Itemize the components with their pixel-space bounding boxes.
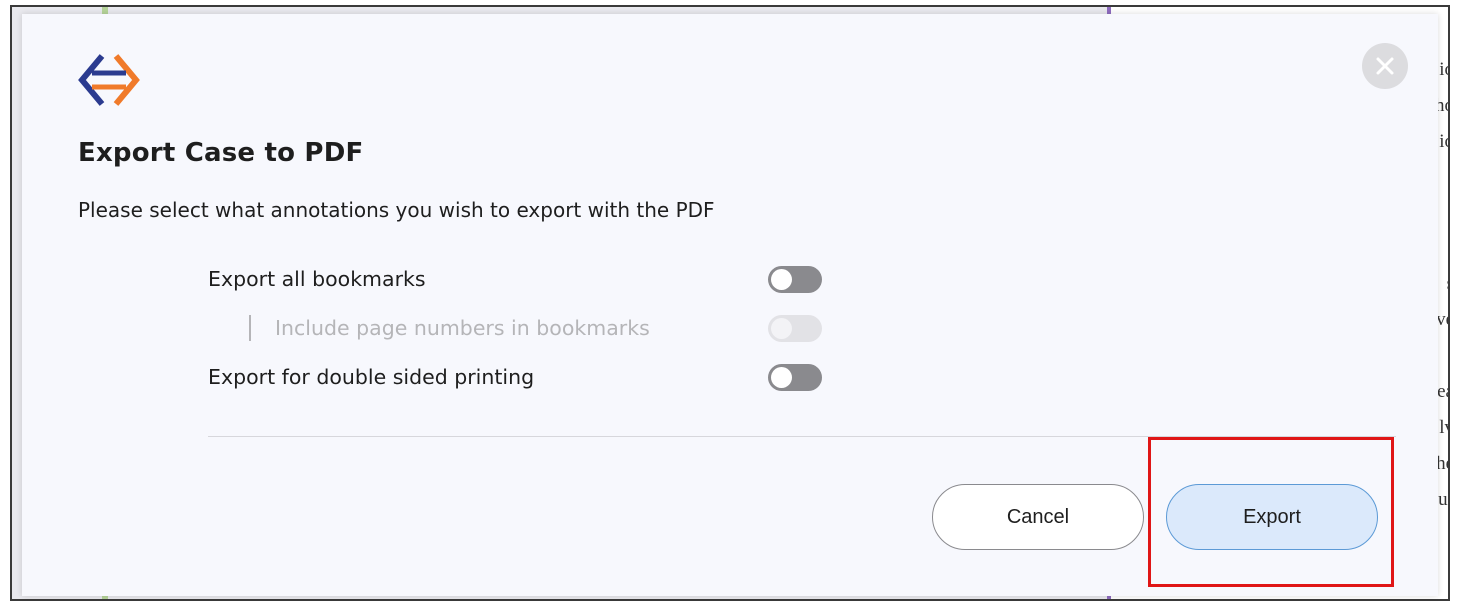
background-text: io	[1439, 131, 1448, 152]
background-text: lv	[1439, 417, 1448, 438]
dialog-subtitle: Please select what annotations you wish …	[78, 198, 715, 222]
background-text: he	[1436, 453, 1448, 474]
background-text: ea	[1437, 381, 1448, 402]
option-label: Export for double sided printing	[208, 365, 535, 389]
option-double-sided-printing: Export for double sided printing	[208, 362, 822, 392]
indent-bar	[249, 315, 251, 341]
option-label: Export all bookmarks	[208, 267, 426, 291]
option-export-all-bookmarks: Export all bookmarks	[208, 264, 822, 294]
option-label: Include page numbers in bookmarks	[275, 316, 650, 340]
cancel-button[interactable]: Cancel	[932, 484, 1144, 550]
export-button[interactable]: Export	[1166, 484, 1378, 550]
toggle-knob	[771, 317, 792, 339]
toggle-knob	[771, 366, 792, 388]
app-logo-icon	[78, 52, 140, 108]
background-text: ve	[1436, 309, 1448, 330]
background-text: i	[1449, 345, 1450, 367]
background-text: io	[1439, 59, 1448, 80]
background-text: ur	[1438, 489, 1448, 510]
export-pdf-dialog: Export Case to PDF Please select what an…	[22, 14, 1438, 596]
background-text: t	[1449, 237, 1450, 259]
export-all-bookmarks-toggle[interactable]	[768, 265, 822, 293]
dialog-title: Export Case to PDF	[78, 138, 364, 168]
option-include-page-numbers: Include page numbers in bookmarks	[208, 313, 822, 343]
divider	[208, 436, 1396, 437]
option-label-wrapper: Include page numbers in bookmarks	[208, 315, 650, 341]
toggle-knob	[771, 268, 792, 290]
include-page-numbers-toggle	[768, 314, 822, 342]
close-button[interactable]	[1362, 43, 1408, 89]
close-icon	[1376, 57, 1394, 75]
double-sided-printing-toggle[interactable]	[768, 363, 822, 391]
background-text: s	[1447, 273, 1448, 295]
